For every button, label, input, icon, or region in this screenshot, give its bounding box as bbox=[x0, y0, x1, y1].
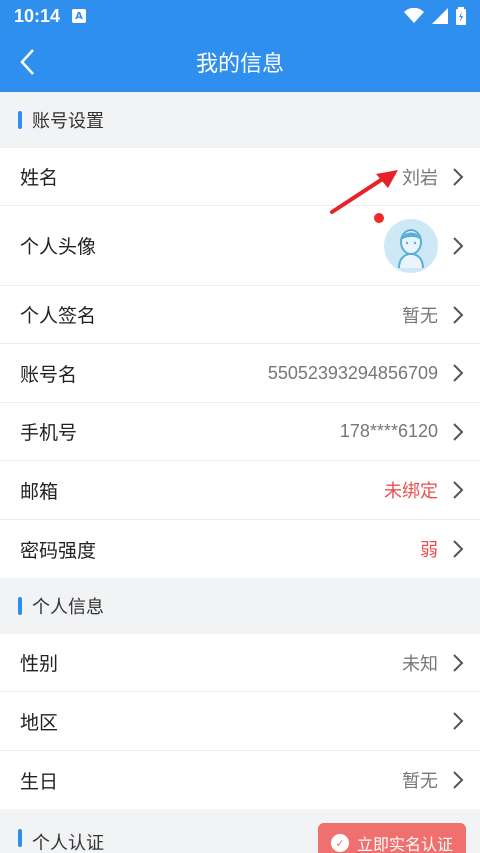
row-name[interactable]: 姓名 刘岩 bbox=[0, 148, 480, 206]
row-gender[interactable]: 性别 未知 bbox=[0, 634, 480, 692]
status-icons bbox=[404, 7, 466, 25]
row-password-strength[interactable]: 密码强度 弱 bbox=[0, 520, 480, 578]
navigation-bar: 我的信息 bbox=[0, 32, 480, 92]
chevron-right-icon bbox=[452, 167, 464, 187]
chevron-right-icon bbox=[452, 653, 464, 673]
row-value: 未绑定 bbox=[384, 481, 438, 501]
section-title: 账号设置 bbox=[32, 111, 104, 132]
row-phone[interactable]: 手机号 178****6120 bbox=[0, 403, 480, 461]
avatar bbox=[384, 218, 438, 273]
section-accent-bar bbox=[18, 829, 22, 847]
default-avatar-icon bbox=[398, 228, 424, 268]
section-accent-bar bbox=[18, 597, 22, 615]
row-value: 刘岩 bbox=[402, 167, 438, 188]
row-label: 个人头像 bbox=[20, 236, 97, 258]
section-title: 个人信息 bbox=[32, 597, 104, 618]
app-notification-icon: A bbox=[72, 9, 87, 23]
row-label: 地区 bbox=[20, 711, 59, 734]
row-region[interactable]: 地区 bbox=[0, 692, 480, 751]
row-avatar[interactable]: 个人头像 bbox=[0, 206, 480, 286]
annotation-arrow-icon bbox=[330, 170, 398, 214]
section-header-personal-info: 个人信息 bbox=[0, 578, 480, 634]
shield-check-icon: ✓ bbox=[330, 834, 349, 852]
row-signature[interactable]: 个人签名 暂无 bbox=[0, 286, 480, 344]
chevron-right-icon bbox=[452, 539, 464, 559]
row-label: 账号名 bbox=[20, 363, 78, 386]
row-value: 55052393294856709 bbox=[267, 362, 438, 383]
row-label: 生日 bbox=[20, 770, 59, 793]
row-value: 178****6120 bbox=[339, 421, 438, 441]
row-value: 弱 bbox=[420, 540, 438, 560]
section-accent-bar bbox=[18, 111, 22, 129]
row-email[interactable]: 邮箱 未绑定 bbox=[0, 461, 480, 520]
avatar-container[interactable] bbox=[374, 212, 438, 273]
row-label: 密码强度 bbox=[20, 539, 97, 562]
chevron-right-icon bbox=[452, 305, 464, 325]
row-value: 未知 bbox=[402, 653, 438, 674]
chevron-right-icon bbox=[452, 363, 464, 383]
signal-icon bbox=[432, 8, 448, 24]
row-value: 暂无 bbox=[402, 771, 438, 791]
chevron-right-icon bbox=[452, 422, 464, 442]
row-label: 个人签名 bbox=[20, 305, 97, 327]
back-chevron-icon bbox=[20, 49, 34, 75]
row-label: 手机号 bbox=[20, 422, 78, 444]
section-title: 个人认证 bbox=[32, 833, 104, 853]
row-account-name[interactable]: 账号名 55052393294856709 bbox=[0, 344, 480, 403]
status-time: 10:14 bbox=[14, 5, 61, 26]
chevron-right-icon bbox=[452, 236, 464, 256]
status-bar: 10:14 A bbox=[0, 0, 480, 32]
row-birthday[interactable]: 生日 暂无 bbox=[0, 751, 480, 809]
verify-button-label: 立即实名认证 bbox=[356, 835, 453, 853]
row-label: 姓名 bbox=[20, 167, 59, 189]
row-value: 暂无 bbox=[402, 305, 438, 326]
row-label: 性别 bbox=[20, 653, 59, 675]
section-header-account-settings: 账号设置 bbox=[0, 92, 480, 148]
chevron-right-icon bbox=[452, 480, 464, 500]
chevron-right-icon bbox=[452, 770, 464, 790]
real-name-verify-button[interactable]: ✓ 立即实名认证 bbox=[318, 823, 466, 853]
battery-icon bbox=[456, 7, 466, 25]
back-button[interactable] bbox=[12, 46, 42, 78]
page-title: 我的信息 bbox=[195, 52, 284, 77]
chevron-right-icon bbox=[452, 711, 464, 731]
wifi-icon bbox=[404, 8, 424, 23]
row-label: 邮箱 bbox=[20, 480, 59, 503]
